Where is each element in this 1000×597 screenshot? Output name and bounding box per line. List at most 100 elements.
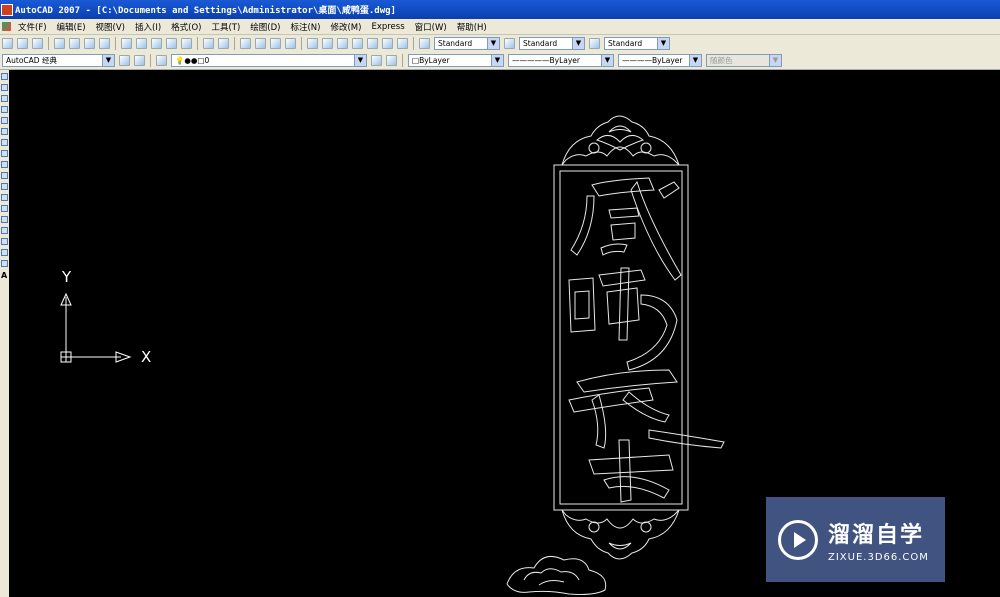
chevron-down-icon[interactable]: ▼ bbox=[487, 38, 499, 49]
gradient-icon[interactable] bbox=[1, 238, 8, 245]
menu-express[interactable]: Express bbox=[366, 22, 409, 32]
make-block-icon[interactable] bbox=[1, 205, 8, 212]
design-center-icon[interactable] bbox=[322, 38, 333, 49]
publish-icon[interactable] bbox=[84, 38, 95, 49]
menu-window[interactable]: 窗口(W) bbox=[410, 21, 452, 33]
cut-icon[interactable] bbox=[121, 38, 132, 49]
pan-icon[interactable] bbox=[240, 38, 251, 49]
text-style-icon[interactable] bbox=[419, 38, 430, 49]
toolbar-separator bbox=[301, 37, 302, 50]
menu-draw[interactable]: 绘图(D) bbox=[245, 21, 285, 33]
layer-select[interactable]: 💡●●□ 0 ▼ bbox=[171, 54, 367, 67]
sheet-set-icon[interactable] bbox=[352, 38, 363, 49]
tool-palettes-icon[interactable] bbox=[337, 38, 348, 49]
line-tool-icon[interactable] bbox=[1, 73, 8, 80]
block-editor-icon[interactable] bbox=[181, 38, 192, 49]
dim-style-select[interactable]: Standard ▼ bbox=[519, 37, 585, 50]
chevron-down-icon[interactable]: ▼ bbox=[689, 55, 701, 66]
menu-edit[interactable]: 编辑(E) bbox=[52, 21, 91, 33]
workspace-settings-icon[interactable] bbox=[119, 55, 130, 66]
table-style-select[interactable]: Standard ▼ bbox=[604, 37, 670, 50]
calligraphy-char-1 bbox=[570, 177, 682, 281]
lineweight-value: ByLayer bbox=[652, 56, 683, 65]
hatch-icon[interactable] bbox=[1, 227, 8, 234]
construction-line-icon[interactable] bbox=[1, 84, 8, 91]
zoom-realtime-icon[interactable] bbox=[255, 38, 266, 49]
document-icon[interactable] bbox=[2, 22, 11, 31]
workspace-select[interactable]: AutoCAD 经典 ▼ bbox=[2, 54, 115, 67]
lineweight-select[interactable]: ———— ByLayer ▼ bbox=[618, 54, 702, 67]
chevron-down-icon[interactable]: ▼ bbox=[601, 55, 613, 66]
layer-manager-icon[interactable] bbox=[156, 55, 167, 66]
dim-style-value: Standard bbox=[523, 39, 558, 48]
chevron-down-icon[interactable]: ▼ bbox=[657, 38, 669, 49]
toolbar-separator bbox=[413, 37, 414, 50]
copy-icon[interactable] bbox=[136, 38, 147, 49]
chevron-down-icon: ▼ bbox=[769, 55, 781, 66]
redo-icon[interactable] bbox=[218, 38, 229, 49]
autocad-app-icon[interactable] bbox=[1, 3, 13, 16]
properties-toolbar: AutoCAD 经典 ▼ 💡●●□ 0 ▼ □ ByLayer ▼ ————— ByL… bbox=[0, 52, 1000, 70]
chevron-down-icon[interactable]: ▼ bbox=[354, 55, 366, 66]
print-icon[interactable] bbox=[54, 38, 65, 49]
save-icon[interactable] bbox=[32, 38, 43, 49]
calculator-icon[interactable] bbox=[382, 38, 393, 49]
ellipse-icon[interactable] bbox=[1, 172, 8, 179]
text-style-select[interactable]: Standard ▼ bbox=[434, 37, 500, 50]
linetype-value: ByLayer bbox=[549, 56, 581, 65]
zoom-previous-icon[interactable] bbox=[285, 38, 296, 49]
menu-dimension[interactable]: 标注(N) bbox=[285, 21, 325, 33]
menu-insert[interactable]: 插入(I) bbox=[130, 21, 166, 33]
undo-icon[interactable] bbox=[203, 38, 214, 49]
3d-dwf-icon[interactable] bbox=[99, 38, 110, 49]
toolbar-separator bbox=[150, 54, 151, 67]
print-preview-icon[interactable] bbox=[69, 38, 80, 49]
region-icon[interactable] bbox=[1, 249, 8, 256]
linetype-select[interactable]: ————— ByLayer ▼ bbox=[508, 54, 614, 67]
plaque-drawing[interactable] bbox=[506, 115, 725, 595]
properties-icon[interactable] bbox=[307, 38, 318, 49]
toolbar-separator bbox=[234, 37, 235, 50]
match-properties-icon[interactable] bbox=[166, 38, 177, 49]
markup-set-icon[interactable] bbox=[367, 38, 378, 49]
linetype-sample: ————— bbox=[512, 56, 550, 65]
polyline-icon[interactable] bbox=[1, 95, 8, 102]
layer-previous-icon[interactable] bbox=[386, 55, 397, 66]
chevron-down-icon[interactable]: ▼ bbox=[102, 55, 114, 66]
multiline-text-icon[interactable]: A bbox=[1, 271, 9, 280]
arc-icon[interactable] bbox=[1, 128, 8, 135]
rectangle-icon[interactable] bbox=[1, 117, 8, 124]
point-icon[interactable] bbox=[1, 216, 8, 223]
menu-view[interactable]: 视图(V) bbox=[91, 21, 130, 33]
table-icon[interactable] bbox=[1, 260, 8, 267]
title-bar: AutoCAD 2007 - [C:\Documents and Setting… bbox=[0, 0, 1000, 19]
revision-cloud-icon[interactable] bbox=[1, 150, 8, 157]
table-style-icon[interactable] bbox=[589, 38, 600, 49]
zoom-window-icon[interactable] bbox=[270, 38, 281, 49]
menu-file[interactable]: 文件(F) bbox=[13, 21, 52, 33]
polygon-icon[interactable] bbox=[1, 106, 8, 113]
menu-modify[interactable]: 修改(M) bbox=[325, 21, 366, 33]
save-workspace-icon[interactable] bbox=[134, 55, 145, 66]
calligraphy-char-3 bbox=[568, 369, 725, 503]
draw-toolbar: A bbox=[0, 70, 9, 597]
help-icon[interactable] bbox=[397, 38, 408, 49]
menu-tools[interactable]: 工具(T) bbox=[206, 21, 245, 33]
ellipse-arc-icon[interactable] bbox=[1, 183, 8, 190]
color-value: ByLayer bbox=[419, 56, 450, 65]
new-icon[interactable] bbox=[2, 38, 13, 49]
chevron-down-icon[interactable]: ▼ bbox=[491, 55, 503, 66]
toolbar-separator bbox=[115, 37, 116, 50]
layer-state-icons: 💡●●□ bbox=[175, 56, 205, 65]
color-select[interactable]: □ ByLayer ▼ bbox=[408, 54, 504, 67]
open-icon[interactable] bbox=[17, 38, 28, 49]
paste-icon[interactable] bbox=[151, 38, 162, 49]
chevron-down-icon[interactable]: ▼ bbox=[572, 38, 584, 49]
insert-block-icon[interactable] bbox=[1, 194, 8, 201]
spline-icon[interactable] bbox=[1, 161, 8, 168]
menu-help[interactable]: 帮助(H) bbox=[452, 21, 492, 33]
circle-icon[interactable] bbox=[1, 139, 8, 146]
make-object-layer-current-icon[interactable] bbox=[371, 55, 382, 66]
dim-style-icon[interactable] bbox=[504, 38, 515, 49]
menu-format[interactable]: 格式(O) bbox=[166, 21, 206, 33]
